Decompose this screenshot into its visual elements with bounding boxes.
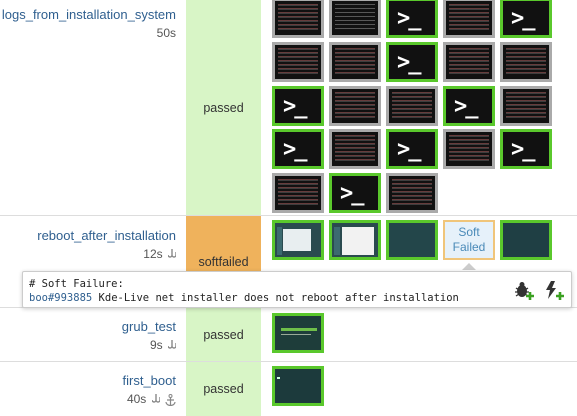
hook-icon [151, 393, 160, 403]
terminal-prompt-icon: >_ [454, 94, 478, 119]
screenshot-thumb[interactable] [386, 220, 438, 260]
module-duration: 50s [156, 26, 176, 40]
dialog-shape [283, 229, 311, 251]
module-duration: 40s [0, 392, 176, 406]
module-link[interactable]: logs_from_installation_system [0, 7, 176, 22]
screenshot-thumb[interactable] [272, 313, 324, 353]
bug-plus-icon[interactable] [513, 280, 535, 300]
module-duration-text: 9s [149, 338, 163, 352]
screenshot-thumb[interactable] [329, 129, 381, 169]
soft-failed-marker[interactable]: Soft Failed [443, 220, 495, 260]
screenshot-thumb[interactable] [500, 42, 552, 82]
screenshot-thumb[interactable] [500, 220, 552, 260]
screenshot-thumb[interactable] [272, 0, 324, 38]
terminal-thumb[interactable]: >_ [386, 0, 438, 38]
screenshot-thumb[interactable] [386, 173, 438, 213]
result-cell: passed [186, 0, 261, 215]
terminal-prompt-icon: >_ [340, 181, 364, 206]
screenshot-thumb[interactable] [443, 129, 495, 169]
flash-plus-icon[interactable] [543, 280, 565, 300]
terminal-thumb[interactable]: >_ [329, 173, 381, 213]
terminal-prompt-icon: >_ [397, 6, 421, 31]
tooltip-body: boo#993885 Kde-Live net installer does n… [29, 291, 565, 305]
tooltip-actions [513, 280, 565, 300]
module-link[interactable]: grub_test [0, 319, 176, 334]
terminal-thumb[interactable]: >_ [272, 129, 324, 169]
soft-failed-line2: Failed [452, 240, 486, 254]
terminal-prompt-icon: >_ [397, 50, 421, 75]
screenshot-thumb[interactable] [329, 42, 381, 82]
terminal-prompt-icon: >_ [283, 137, 307, 162]
sidebar-shape [277, 227, 282, 255]
hook-icon [168, 248, 176, 258]
anchor-icon [165, 393, 176, 406]
screenshot-thumb[interactable] [272, 173, 324, 213]
module-duration: 12s [0, 247, 176, 261]
desktop-icon-shape [277, 377, 280, 379]
terminal-thumb[interactable]: >_ [500, 129, 552, 169]
module-duration: 9s [0, 338, 176, 352]
module-name-cell: logs_from_installation_system 50s [0, 0, 186, 215]
tooltip-arrow [462, 263, 476, 270]
terminal-thumb[interactable]: >_ [386, 42, 438, 82]
module-row-grub: grub_test 9s passed [0, 308, 577, 362]
module-duration-text: 12s [143, 247, 163, 261]
menu-highlight-shape [281, 328, 317, 331]
dialog-shape [342, 227, 374, 255]
screenshot-thumb[interactable] [386, 86, 438, 126]
sidebar-shape [334, 227, 340, 255]
result-cell: passed [186, 362, 261, 416]
module-link[interactable]: reboot_after_installation [0, 228, 176, 243]
tooltip-message: Kde-Live net installer does not reboot a… [98, 292, 459, 304]
module-row-logs: logs_from_installation_system 50s passed… [0, 0, 577, 216]
screenshot-thumb[interactable] [329, 0, 381, 38]
screenshot-thumb[interactable] [443, 0, 495, 38]
module-link[interactable]: first_boot [0, 373, 176, 388]
terminal-thumb[interactable]: >_ [386, 129, 438, 169]
soft-failed-line1: Soft [458, 225, 480, 239]
screenshot-thumb[interactable] [500, 86, 552, 126]
terminal-thumb[interactable]: >_ [272, 86, 324, 126]
terminal-prompt-icon: >_ [397, 137, 421, 162]
tooltip-heading: # Soft Failure: [29, 278, 124, 290]
bug-reference-link[interactable]: boo#993885 [29, 292, 92, 304]
hook-icon [168, 339, 176, 349]
screenshot-thumb[interactable] [272, 42, 324, 82]
soft-failure-tooltip: # Soft Failure: boo#993885 Kde-Live net … [22, 271, 572, 308]
terminal-thumb[interactable]: >_ [443, 86, 495, 126]
screenshot-thumb[interactable] [272, 366, 324, 406]
screenshot-thumb[interactable] [443, 42, 495, 82]
menu-line-shape [281, 334, 311, 335]
terminal-prompt-icon: >_ [511, 137, 535, 162]
screenshot-thumb[interactable] [329, 220, 381, 260]
module-duration-text: 40s [126, 392, 147, 406]
module-name-cell: grub_test 9s [0, 308, 186, 361]
result-cell: passed [186, 308, 261, 361]
terminal-thumb[interactable]: >_ [500, 0, 552, 38]
module-name-cell: first_boot 40s [0, 362, 186, 416]
module-row-first-boot: first_boot 40s passed [0, 362, 577, 416]
terminal-prompt-icon: >_ [511, 6, 535, 31]
screenshot-thumb[interactable] [272, 220, 324, 260]
screenshot-thumb[interactable] [329, 86, 381, 126]
terminal-prompt-icon: >_ [283, 94, 307, 119]
